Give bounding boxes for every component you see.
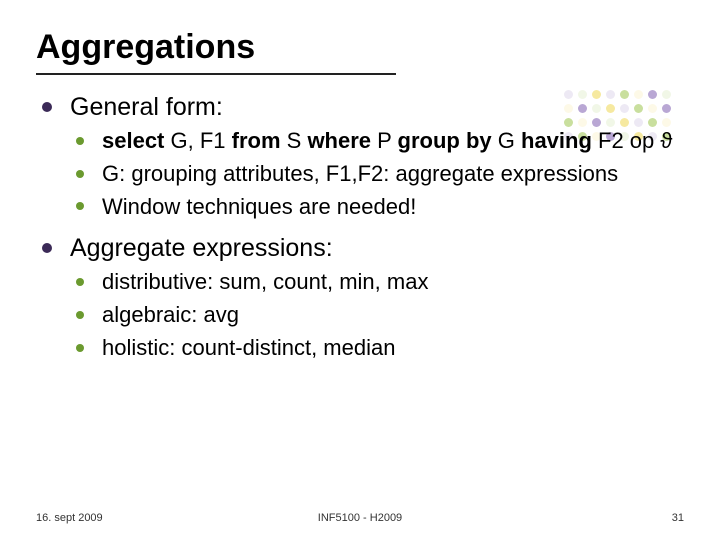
text-run: G (492, 128, 521, 153)
keyword: select (102, 128, 164, 153)
sql-form-text: select G, F1 from S where P group by G h… (102, 128, 672, 153)
slide: Aggregations (0, 0, 720, 540)
bullet-icon (76, 311, 84, 319)
list-item: distributive: sum, count, min, max (72, 269, 684, 296)
bullet-icon (76, 202, 84, 210)
bullet-icon (42, 243, 52, 253)
keyword: where (307, 128, 371, 153)
list-item: select G, F1 from S where P group by G h… (72, 128, 684, 155)
aggregate-expr-items: distributive: sum, count, min, max algeb… (70, 269, 684, 361)
list-item-text: holistic: count-distinct, median (102, 335, 395, 360)
text-run: F2 op ϑ (592, 128, 673, 153)
section-heading: Aggregate expressions: (70, 234, 333, 262)
list-item: algebraic: avg (72, 302, 684, 329)
list-item: holistic: count-distinct, median (72, 335, 684, 362)
bullet-icon (76, 137, 84, 145)
keyword: group by (398, 128, 492, 153)
list-item-text: distributive: sum, count, min, max (102, 269, 428, 294)
footer-course: INF5100 - H2009 (36, 512, 684, 524)
text-run: P (371, 128, 398, 153)
text-run: S (281, 128, 308, 153)
list-item: Window techniques are needed! (72, 194, 684, 221)
section-general-form: General form: select G, F1 from S where … (40, 93, 684, 220)
bullet-icon (76, 278, 84, 286)
section-heading: General form: (70, 93, 223, 121)
footer: 16. sept 2009 INF5100 - H2009 31 (36, 512, 684, 524)
body-list: General form: select G, F1 from S where … (36, 93, 684, 362)
list-item-text: Window techniques are needed! (102, 194, 416, 219)
bullet-icon (42, 102, 52, 112)
slide-title: Aggregations (36, 28, 684, 67)
list-item: G: grouping attributes, F1,F2: aggregate… (72, 161, 684, 188)
keyword: from (232, 128, 281, 153)
keyword: having (521, 128, 592, 153)
list-item-text: algebraic: avg (102, 302, 239, 327)
bullet-icon (76, 170, 84, 178)
title-underline (36, 73, 396, 75)
section-aggregate-expressions: Aggregate expressions: distributive: sum… (40, 234, 684, 361)
general-form-items: select G, F1 from S where P group by G h… (70, 128, 684, 220)
bullet-icon (76, 344, 84, 352)
text-run: G, F1 (164, 128, 231, 153)
list-item-text: G: grouping attributes, F1,F2: aggregate… (102, 161, 618, 186)
